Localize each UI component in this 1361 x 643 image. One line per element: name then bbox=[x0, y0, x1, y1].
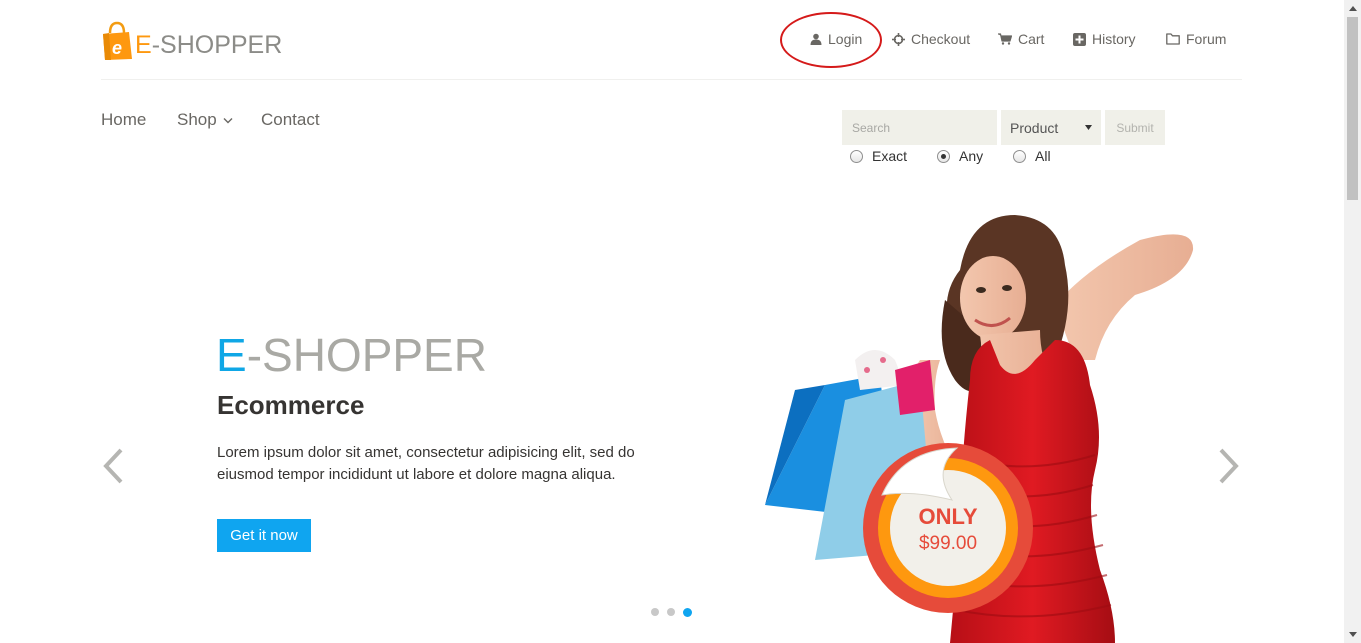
hero-brand-title: E-SHOPPER bbox=[216, 328, 487, 382]
logo-wordmark: E-SHOPPER bbox=[135, 31, 282, 60]
chevron-down-icon bbox=[223, 117, 233, 123]
svg-text:e: e bbox=[112, 38, 122, 58]
cart-label: Cart bbox=[1018, 31, 1045, 47]
scrollbar-thumb[interactable] bbox=[1347, 17, 1358, 200]
cart-link[interactable]: Cart bbox=[998, 31, 1044, 47]
checkout-label: Checkout bbox=[911, 31, 971, 47]
shopping-bag-icon: e bbox=[101, 21, 132, 60]
slider-indicators bbox=[651, 607, 692, 617]
top-nav-history[interactable]: History bbox=[1073, 28, 1136, 50]
scroll-up-arrow-icon bbox=[1348, 6, 1357, 11]
main-nav-home[interactable]: Home bbox=[101, 110, 146, 130]
history-link[interactable]: History bbox=[1073, 31, 1136, 47]
radio-all[interactable] bbox=[1013, 149, 1026, 163]
nav-shop-link[interactable]: Shop bbox=[177, 110, 233, 130]
crosshairs-icon bbox=[892, 32, 905, 46]
slider-next-arrow[interactable] bbox=[1216, 446, 1242, 486]
forum-link[interactable]: Forum bbox=[1166, 31, 1226, 47]
chevron-right-icon bbox=[1219, 448, 1239, 484]
site-logo[interactable]: e E-SHOPPER bbox=[101, 20, 282, 60]
top-nav-forum[interactable]: Forum bbox=[1166, 28, 1226, 50]
radio-exact-label: Exact bbox=[872, 148, 908, 164]
search-category-select[interactable]: Product bbox=[1001, 110, 1101, 145]
hero-brand-rest: -SHOPPER bbox=[246, 329, 487, 381]
plus-square-icon bbox=[1073, 32, 1086, 46]
match-exact-option[interactable]: Exact bbox=[850, 148, 907, 164]
user-icon bbox=[810, 33, 822, 45]
nav-home-link[interactable]: Home bbox=[101, 110, 146, 130]
top-nav-login[interactable]: Login bbox=[810, 28, 862, 50]
main-nav-shop[interactable]: Shop bbox=[177, 110, 233, 130]
match-all-option[interactable]: All bbox=[1013, 148, 1051, 164]
login-label: Login bbox=[828, 31, 863, 47]
checkout-link[interactable]: Checkout bbox=[892, 31, 970, 47]
price-badge: ONLY $99.00 bbox=[863, 443, 1033, 613]
scroll-down-button[interactable] bbox=[1344, 626, 1361, 643]
get-it-now-button[interactable]: Get it now bbox=[217, 519, 311, 552]
radio-any-label: Any bbox=[959, 148, 984, 164]
caret-down-icon bbox=[1085, 125, 1092, 130]
hero-description: Lorem ipsum dolor sit amet, consectetur … bbox=[217, 444, 635, 483]
hero-brand-accent: E bbox=[216, 329, 247, 381]
history-label: History bbox=[1092, 31, 1136, 47]
login-link[interactable]: Login bbox=[810, 31, 862, 47]
slider-dot-3[interactable] bbox=[683, 607, 692, 617]
chevron-left-icon bbox=[103, 448, 123, 484]
radio-all-label: All bbox=[1035, 148, 1051, 164]
match-any-option[interactable]: Any bbox=[937, 148, 983, 164]
hero-heading: Ecommerce bbox=[217, 390, 365, 420]
main-nav-contact[interactable]: Contact bbox=[261, 110, 320, 130]
slider-dot-2[interactable] bbox=[667, 608, 675, 616]
forum-label: Forum bbox=[1186, 31, 1227, 47]
radio-any[interactable] bbox=[937, 149, 950, 163]
badge-only-text: ONLY bbox=[918, 504, 977, 529]
nav-contact-link[interactable]: Contact bbox=[261, 110, 320, 130]
top-nav-checkout[interactable]: Checkout bbox=[892, 28, 970, 50]
logo-rest: -SHOPPER bbox=[151, 30, 283, 59]
radio-exact[interactable] bbox=[850, 149, 863, 163]
top-nav-cart[interactable]: Cart bbox=[998, 28, 1044, 50]
scroll-down-arrow-icon bbox=[1348, 632, 1357, 637]
search-input[interactable] bbox=[842, 110, 997, 145]
folder-icon bbox=[1166, 33, 1180, 45]
scroll-up-button[interactable] bbox=[1344, 0, 1361, 17]
badge-price-text: $99.00 bbox=[919, 533, 977, 554]
logo-accent-letter: E bbox=[135, 30, 152, 59]
slider-dot-1[interactable] bbox=[651, 608, 659, 616]
nav-shop-label: Shop bbox=[177, 110, 217, 129]
header-divider bbox=[101, 79, 1242, 80]
cart-icon bbox=[998, 33, 1012, 45]
search-submit-button[interactable]: Submit bbox=[1105, 110, 1165, 145]
search-category-value: Product bbox=[1010, 119, 1059, 136]
slider-prev-arrow[interactable] bbox=[100, 446, 126, 486]
